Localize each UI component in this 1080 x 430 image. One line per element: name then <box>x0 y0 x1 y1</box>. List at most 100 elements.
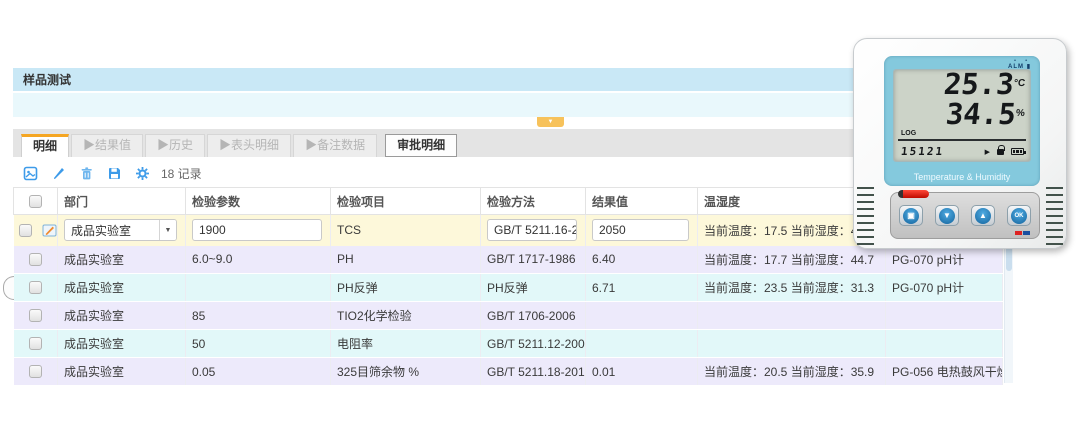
device-up-button[interactable]: ▲ <box>971 205 995 226</box>
lcd-divider <box>898 139 1026 141</box>
parameter-input[interactable] <box>192 219 322 241</box>
table-row[interactable]: 成品实验室 0.05 325目筛余物 % GB/T 5211.18-2015 0… <box>14 358 1003 386</box>
temperature-unit: °C <box>1013 78 1025 89</box>
right-vent <box>1046 187 1063 245</box>
cell-parameter: 0.05 <box>186 358 331 386</box>
method-select-value: GB/T 5211.16-2007 <box>488 223 577 237</box>
new-record-icon[interactable] <box>23 166 38 181</box>
save-icon[interactable] <box>107 166 122 181</box>
cell-temp-humidity: 当前温度：20.5 当前湿度：35.9 <box>698 358 886 386</box>
cell-department: 成品实验室 <box>58 302 186 330</box>
battery-icon <box>1011 148 1024 155</box>
cell-instrument <box>886 302 1003 330</box>
delete-icon[interactable] <box>79 166 94 181</box>
cell-department: 成品实验室 <box>58 330 186 358</box>
tab-detail[interactable]: 明细 <box>21 134 69 157</box>
select-all-checkbox[interactable] <box>29 195 42 208</box>
table-row[interactable]: 成品实验室 85 TIO2化学检验 GB/T 1706-2006 <box>14 302 1003 330</box>
settings-icon[interactable] <box>135 166 150 181</box>
cell-item: PH反弹 <box>331 274 481 302</box>
humidity-reading: 34.5% <box>945 99 1027 129</box>
cell-instrument: PG-070 pH计 <box>886 246 1003 274</box>
temperature-humidity-logger: • • ALM ▮ 25.3°C 34.5% LOG 15121 ▶ Tempe… <box>853 38 1067 249</box>
row-checkbox[interactable] <box>29 253 42 266</box>
column-header-item[interactable]: 检验项目 <box>331 188 481 215</box>
cell-method: GB/T 5211.12-2007 <box>481 330 586 358</box>
method-select[interactable]: GB/T 5211.16-2007 ▼ <box>487 219 577 241</box>
menu-icon: ▣ <box>903 208 919 224</box>
row-checkbox[interactable] <box>29 281 42 294</box>
cell-method: GB/T 5211.18-2015 <box>481 358 586 386</box>
editing-row-icon <box>42 223 57 238</box>
department-select[interactable]: 成品实验室 ▼ <box>64 219 177 241</box>
tab-remark-data[interactable]: ▶备注数据 <box>293 134 377 157</box>
brand-logo <box>1015 231 1030 235</box>
record-play-icon: ▶ <box>985 148 990 156</box>
row-checkbox[interactable] <box>29 337 42 350</box>
cell-result <box>586 330 698 358</box>
ok-label: OK <box>1011 208 1027 224</box>
cell-instrument: PG-070 pH计 <box>886 274 1003 302</box>
left-vent <box>857 187 874 245</box>
cell-department: 成品实验室 <box>58 246 186 274</box>
cell-item: TIO2化学检验 <box>331 302 481 330</box>
cell-result: 6.40 <box>586 246 698 274</box>
table-row[interactable]: 成品实验室 6.0~9.0 PH GB/T 1717-1986 6.40 当前温… <box>14 246 1003 274</box>
cell-temp-humidity: 当前温度：23.5 当前湿度：31.3 <box>698 274 886 302</box>
cell-result <box>586 302 698 330</box>
temperature-reading: 25.3°C <box>942 69 1026 99</box>
column-header-department[interactable]: 部门 <box>58 188 186 215</box>
cell-parameter: 85 <box>186 302 331 330</box>
humidity-unit: % <box>1016 108 1026 119</box>
column-header-method[interactable]: 检验方法 <box>481 188 586 215</box>
cell-method: GB/T 1706-2006 <box>481 302 586 330</box>
tab-header-detail[interactable]: ▶表头明细 <box>207 134 291 157</box>
row-checkbox[interactable] <box>19 224 32 237</box>
device-caption: Temperature & Humidity <box>884 172 1040 182</box>
department-select-value: 成品实验室 <box>65 222 159 239</box>
tab-history[interactable]: ▶历史 <box>145 134 205 157</box>
cell-parameter <box>186 274 331 302</box>
row-checkbox[interactable] <box>29 309 42 322</box>
log-label: LOG <box>901 130 916 137</box>
cell-instrument: PG-056 电热鼓风干燥箱 <box>886 358 1003 386</box>
cell-item: PH <box>331 246 481 274</box>
left-collapse-handle[interactable] <box>3 276 14 300</box>
cell-item: 电阻率 <box>331 330 481 358</box>
dropdown-arrow-icon[interactable]: ▼ <box>159 220 176 240</box>
cell-result: 0.01 <box>586 358 698 386</box>
lock-icon <box>997 149 1004 155</box>
device-menu-button[interactable]: ▣ <box>899 205 923 226</box>
item-value: TCS <box>331 215 481 246</box>
result-input[interactable] <box>592 219 689 241</box>
device-down-button[interactable]: ▼ <box>935 205 959 226</box>
panel-collapse-button[interactable]: ▼ <box>537 117 564 127</box>
up-arrow-icon: ▲ <box>975 208 991 224</box>
chevron-down-icon: ▼ <box>548 119 554 125</box>
device-button-panel: ▣ ▼ ▲ OK <box>890 192 1040 239</box>
cell-department: 成品实验室 <box>58 358 186 386</box>
column-header-parameter[interactable]: 检验参数 <box>186 188 331 215</box>
tab-approval-detail[interactable]: 审批明细 <box>385 134 457 157</box>
cell-parameter: 50 <box>186 330 331 358</box>
record-count: 18 记录 <box>161 165 202 182</box>
device-ok-button[interactable]: OK <box>1007 205 1031 226</box>
edit-icon[interactable] <box>51 166 66 181</box>
table-row[interactable]: 成品实验室 PH反弹 PH反弹 6.71 当前温度：23.5 当前湿度：31.3… <box>14 274 1003 302</box>
page: 样品测试 ▼ 明细 ▶结果值 ▶历史 ▶表头明细 ▶备注数据 审批明细 <box>0 0 1080 430</box>
temperature-value: 25.3 <box>942 67 1015 101</box>
cell-department: 成品实验室 <box>58 274 186 302</box>
cell-item: 325目筛余物 % <box>331 358 481 386</box>
humidity-value: 34.5 <box>944 97 1017 131</box>
column-header-result[interactable]: 结果值 <box>586 188 698 215</box>
cell-instrument <box>886 330 1003 358</box>
tab-result-value[interactable]: ▶结果值 <box>71 134 143 157</box>
cell-parameter: 6.0~9.0 <box>186 246 331 274</box>
cell-temp-humidity <box>698 330 886 358</box>
down-arrow-icon: ▼ <box>939 208 955 224</box>
table-row[interactable]: 成品实验室 50 电阻率 GB/T 5211.12-2007 <box>14 330 1003 358</box>
status-led <box>898 190 929 198</box>
row-checkbox[interactable] <box>29 365 42 378</box>
device-lcd-bezel: • • ALM ▮ 25.3°C 34.5% LOG 15121 ▶ Tempe… <box>884 56 1040 186</box>
clock-display: 15121 <box>900 145 944 158</box>
